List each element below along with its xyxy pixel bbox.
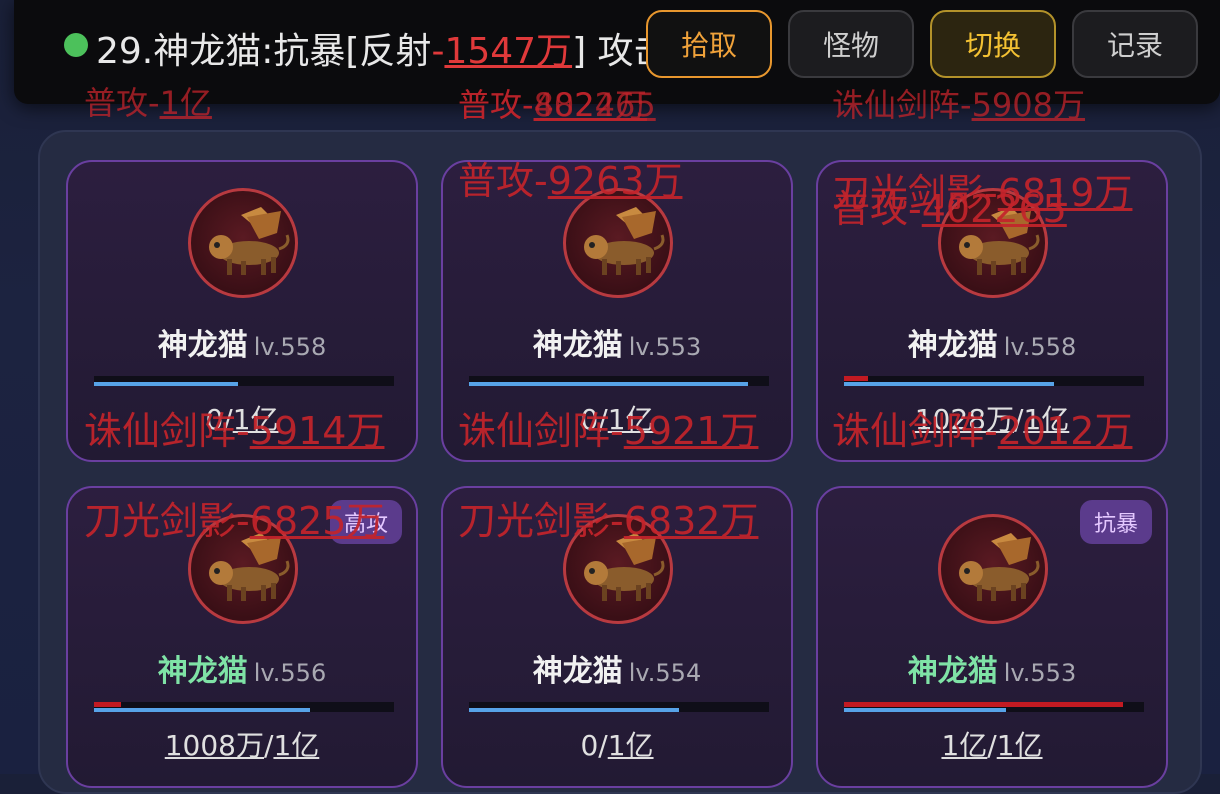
monster-portrait bbox=[188, 188, 298, 298]
monster-name: 神龙猫 bbox=[907, 328, 998, 363]
winged-lion-icon bbox=[584, 207, 665, 275]
damage-float-text: 诛仙剑阵-5908万 bbox=[832, 80, 1085, 126]
record-button[interactable]: 记录 bbox=[1072, 10, 1198, 78]
damage-dash: - bbox=[534, 159, 548, 203]
damage-dash: - bbox=[960, 86, 972, 124]
damage-value: 6825万 bbox=[249, 499, 385, 543]
damage-value: 402265 bbox=[921, 187, 1067, 231]
hp-bar bbox=[94, 702, 394, 712]
damage-value: 9263万 bbox=[547, 159, 683, 203]
monster-tag-badge: 抗暴 bbox=[1079, 500, 1152, 544]
monster-name: 神龙猫 bbox=[157, 654, 248, 689]
battle-log-line: 29.神龙猫:抗暴[反射-1547万] 攻击 bbox=[62, 22, 662, 74]
damage-float-text: 普攻-9263万 bbox=[458, 150, 682, 205]
switch-button[interactable]: 切换 bbox=[930, 10, 1056, 78]
damage-float-text: 刀光剑影-6832万 bbox=[458, 490, 758, 545]
hp-bar bbox=[469, 702, 769, 712]
damage-value: 1亿 bbox=[159, 84, 212, 122]
monster-name-row: 神龙猫 lv.553 bbox=[443, 320, 791, 364]
monster-level: lv.554 bbox=[628, 659, 702, 687]
winged-lion-icon bbox=[959, 533, 1040, 601]
damage-skill: 刀光剑影 bbox=[458, 499, 611, 543]
damage-skill: 普攻 bbox=[458, 86, 523, 124]
damage-dash: - bbox=[522, 86, 534, 124]
damage-float-text: 普攻-402265 bbox=[832, 178, 1067, 233]
damage-skill: 普攻 bbox=[832, 187, 909, 231]
hp-current: 1亿 bbox=[941, 729, 988, 762]
hp-text: 1亿/1亿 bbox=[818, 724, 1166, 764]
hp-max: 1亿 bbox=[273, 729, 320, 762]
damage-value: 5908万 bbox=[971, 86, 1086, 124]
hp-bar bbox=[844, 376, 1144, 386]
damage-dash: - bbox=[984, 409, 998, 453]
winged-lion-icon bbox=[209, 207, 290, 275]
damage-dash: - bbox=[610, 409, 624, 453]
damage-dash: - bbox=[236, 409, 250, 453]
mp-bar-fill bbox=[844, 708, 1006, 712]
hp-max: 1亿 bbox=[996, 729, 1043, 762]
monster-level: lv.553 bbox=[628, 333, 702, 361]
hp-bar-fill bbox=[844, 376, 868, 381]
monster-name-row: 神龙猫 lv.556 bbox=[68, 646, 416, 690]
monster-level: lv.556 bbox=[253, 659, 327, 687]
mp-bar-fill bbox=[94, 382, 238, 386]
damage-value: 6832万 bbox=[623, 499, 759, 543]
log-prefix: 29.神龙猫:抗暴[反射 bbox=[96, 31, 432, 72]
hp-bar bbox=[844, 702, 1144, 712]
damage-float-text: 普攻-8824万 bbox=[458, 80, 647, 126]
log-value: 1547万 bbox=[444, 31, 573, 72]
damage-skill: 诛仙剑阵 bbox=[832, 86, 961, 124]
damage-value: 8824万 bbox=[533, 86, 648, 124]
damage-float-text: 诛仙剑阵-2012万 bbox=[832, 400, 1132, 455]
monster-level: lv.558 bbox=[253, 333, 327, 361]
hp-bar bbox=[94, 376, 394, 386]
monster-name: 神龙猫 bbox=[157, 328, 248, 363]
monster-portrait bbox=[938, 514, 1048, 624]
damage-skill: 诛仙剑阵 bbox=[84, 409, 237, 453]
hp-bar-fill bbox=[844, 702, 1123, 707]
hp-current: 1008万 bbox=[164, 729, 264, 762]
monster-name: 神龙猫 bbox=[532, 328, 623, 363]
damage-float-text: 普攻-1亿 bbox=[84, 78, 212, 124]
damage-skill: 普攻 bbox=[458, 159, 535, 203]
hp-text: 1008万/1亿 bbox=[68, 724, 416, 764]
damage-dash: - bbox=[148, 84, 160, 122]
monster-button[interactable]: 怪物 bbox=[788, 10, 914, 78]
hp-bar bbox=[469, 376, 769, 386]
monster-level: lv.553 bbox=[1003, 659, 1077, 687]
damage-float-text: 刀光剑影-6825万 bbox=[84, 490, 384, 545]
hp-separator: / bbox=[987, 729, 997, 762]
hp-current: 0 bbox=[580, 729, 599, 762]
mp-bar-fill bbox=[469, 382, 748, 386]
damage-skill: 普攻 bbox=[84, 84, 149, 122]
log-dash: - bbox=[431, 31, 445, 72]
damage-float-text: 诛仙剑阵-5914万 bbox=[84, 400, 384, 455]
damage-value: 2012万 bbox=[997, 409, 1133, 453]
pick-button[interactable]: 拾取 bbox=[646, 10, 772, 78]
monster-card[interactable]: 抗暴神龙猫 lv.553 1亿/1亿 bbox=[816, 486, 1168, 788]
mp-bar-fill bbox=[844, 382, 1054, 386]
monster-name-row: 神龙猫 lv.554 bbox=[443, 646, 791, 690]
monster-name: 神龙猫 bbox=[532, 654, 623, 689]
hp-max: 1亿 bbox=[607, 729, 654, 762]
hp-separator: / bbox=[598, 729, 608, 762]
damage-skill: 诛仙剑阵 bbox=[832, 409, 985, 453]
damage-dash: - bbox=[610, 499, 624, 543]
damage-dash: - bbox=[908, 187, 922, 231]
hp-text: 0/1亿 bbox=[443, 724, 791, 764]
monster-name-row: 神龙猫 lv.558 bbox=[68, 320, 416, 364]
monster-level: lv.558 bbox=[1003, 333, 1077, 361]
damage-dash: - bbox=[236, 499, 250, 543]
monster-name-row: 神龙猫 lv.558 bbox=[818, 320, 1166, 364]
damage-value: 5921万 bbox=[623, 409, 759, 453]
damage-float-text: 诛仙剑阵-5921万 bbox=[458, 400, 758, 455]
damage-skill: 刀光剑影 bbox=[84, 499, 237, 543]
mp-bar-fill bbox=[94, 708, 310, 712]
mp-bar-fill bbox=[469, 708, 679, 712]
damage-skill: 诛仙剑阵 bbox=[458, 409, 611, 453]
monster-name: 神龙猫 bbox=[907, 654, 998, 689]
hp-bar-fill bbox=[94, 702, 121, 707]
damage-value: 5914万 bbox=[249, 409, 385, 453]
monster-name-row: 神龙猫 lv.553 bbox=[818, 646, 1166, 690]
